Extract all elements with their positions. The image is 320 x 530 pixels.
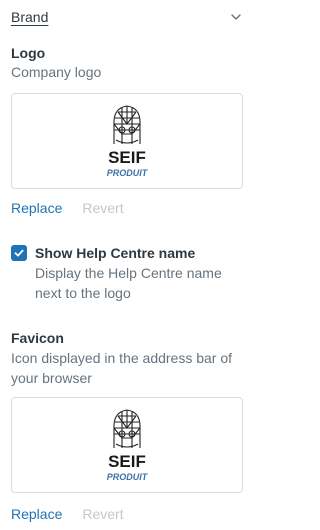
favicon-text-sub: PRODUIT bbox=[107, 472, 149, 482]
favicon-hint: Icon displayed in the address bar of you… bbox=[11, 350, 233, 386]
logo-text-main: SEIF bbox=[108, 148, 146, 167]
favicon-revert-link[interactable]: Revert bbox=[82, 506, 123, 522]
show-help-centre-name-label[interactable]: Show Help Centre name bbox=[35, 244, 247, 262]
chevron-down-icon[interactable] bbox=[229, 10, 243, 24]
favicon-actions: Replace Revert bbox=[11, 506, 124, 522]
show-help-centre-name-hint: Display the Help Centre name next to the… bbox=[35, 265, 222, 301]
favicon-text-main: SEIF bbox=[108, 452, 146, 471]
logo-hint: Company logo bbox=[11, 64, 102, 80]
favicon-image: SEIF PRODUIT bbox=[107, 409, 149, 482]
favicon-label: Favicon bbox=[11, 330, 64, 346]
show-help-centre-name-option: Show Help Centre name Display the Help C… bbox=[11, 244, 247, 303]
logo-preview[interactable]: SEIF PRODUIT bbox=[11, 93, 243, 189]
company-logo-image: SEIF PRODUIT bbox=[107, 105, 149, 178]
favicon-replace-link[interactable]: Replace bbox=[11, 506, 62, 522]
show-help-centre-name-checkbox[interactable] bbox=[11, 245, 27, 261]
section-title: Brand bbox=[11, 9, 49, 25]
checkmark-icon bbox=[14, 249, 24, 257]
logo-label: Logo bbox=[11, 45, 46, 61]
brand-settings-panel: Brand Logo Company logo SEIF PRODUIT Rep… bbox=[0, 0, 252, 530]
logo-text-sub: PRODUIT bbox=[107, 168, 149, 178]
brand-section-header[interactable]: Brand bbox=[11, 6, 243, 28]
logo-replace-link[interactable]: Replace bbox=[11, 200, 62, 216]
favicon-preview[interactable]: SEIF PRODUIT bbox=[11, 397, 243, 493]
logo-actions: Replace Revert bbox=[11, 200, 124, 216]
logo-revert-link[interactable]: Revert bbox=[82, 200, 123, 216]
